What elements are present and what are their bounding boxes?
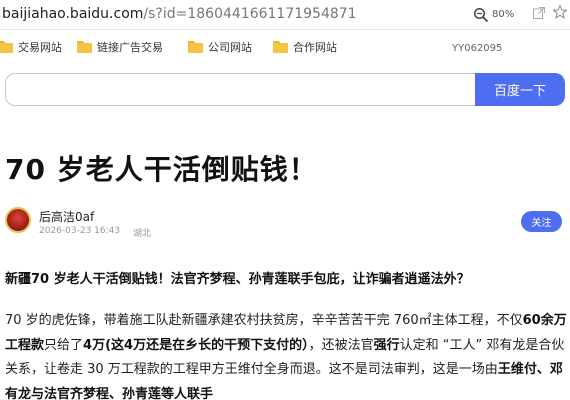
bookmark-label: 交易网站 (18, 41, 62, 54)
zoom-icon[interactable] (473, 7, 489, 23)
para-text: ，还被法官 (308, 337, 374, 353)
author-name[interactable]: 后高洁0af (39, 208, 94, 225)
bookmark-folder-link-ads[interactable]: 链接广告交易 (77, 39, 163, 55)
article-title: 70 岁老人干活倒贴钱！ (5, 153, 318, 186)
folder-icon (273, 41, 288, 53)
article-paragraph: 70 岁的虎佐锋，带着施工队赴新疆承建农村扶贫房，辛辛苦苦干完 760㎡主体工程… (5, 309, 567, 400)
article-lead: 新疆70 岁老人干活倒贴钱！法官齐梦程、孙青莲联手包庇，让诈骗者逍遥法外？ (5, 272, 470, 287)
para-text: 70 岁的虎佐锋，带着施工队赴新疆承建农村扶贫房，辛辛苦苦干完 760㎡主体工程… (5, 313, 523, 328)
para-bold: 4万(这4万还是在乡长的干预下支付的） (83, 337, 309, 353)
para-text: 只给了 (44, 337, 84, 353)
bookmarks-bar: 交易网站 链接广告交易 公司网站 合作网站 YY062095 (0, 30, 570, 62)
bookmark-folder-trade-sites[interactable]: 交易网站 (0, 39, 62, 55)
para-bold: 强行 (373, 337, 400, 353)
folder-icon (77, 41, 92, 53)
folder-icon (188, 41, 203, 53)
follow-button[interactable]: 关注 (521, 211, 562, 232)
zoom-level[interactable]: 80% (492, 9, 514, 20)
favorite-star-icon[interactable] (553, 4, 567, 20)
bookmark-label: 合作网站 (293, 41, 337, 54)
post-time: 2026-03-23 16:43 (39, 226, 121, 236)
search-button[interactable]: 百度一下 (475, 73, 565, 106)
bookmark-label: 链接广告交易 (97, 41, 163, 54)
bookmark-code: YY062095 (452, 43, 503, 54)
bookmark-folder-partner-sites[interactable]: 合作网站 (273, 39, 337, 55)
search-input[interactable] (5, 73, 476, 106)
bookmark-label: 公司网站 (208, 41, 252, 54)
url-text[interactable]: baijiahao.baidu.com/s?id=186044166117195… (2, 6, 357, 22)
author-avatar[interactable] (5, 207, 31, 233)
bookmark-folder-company-sites[interactable]: 公司网站 (188, 39, 252, 55)
address-bar[interactable]: baijiahao.baidu.com/s?id=186044166117195… (0, 0, 570, 30)
post-location: 湖北 (133, 229, 152, 239)
search-bar: 百度一下 (0, 72, 570, 108)
open-external-icon[interactable] (532, 6, 546, 20)
url-domain: baijiahao.baidu.com (2, 6, 144, 22)
url-path: /s?id=1860441661171954871 (143, 6, 357, 22)
folder-icon (0, 41, 13, 53)
